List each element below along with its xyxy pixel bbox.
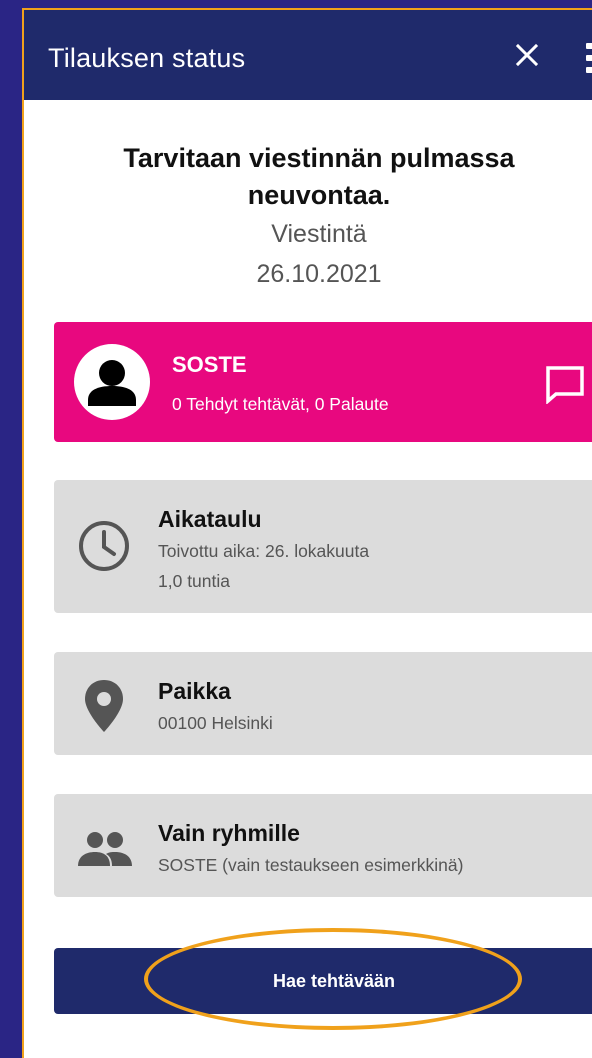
person-icon xyxy=(88,360,136,406)
organization-stats: 0 Tehdyt tehtävät, 0 Palaute xyxy=(172,394,389,414)
place-address: 00100 Helsinki xyxy=(158,713,273,733)
schedule-card: Aikataulu Toivottu aika: 26. lokakuuta 1… xyxy=(54,480,592,613)
people-icon xyxy=(78,832,132,866)
more-menu-button[interactable] xyxy=(586,43,592,73)
page-title: Tilauksen status xyxy=(48,43,246,73)
avatar xyxy=(74,344,150,420)
place-heading: Paikka xyxy=(158,678,231,704)
group-description: SOSTE (vain testaukseen esimerkkinä) xyxy=(158,855,464,875)
schedule-duration: 1,0 tuntia xyxy=(158,571,230,591)
close-button[interactable] xyxy=(512,40,542,70)
order-category: Viestintä xyxy=(271,220,367,248)
order-date: 26.10.2021 xyxy=(256,260,382,288)
location-pin-icon xyxy=(85,680,123,732)
place-card: Paikka 00100 Helsinki xyxy=(54,652,592,755)
close-icon xyxy=(515,43,539,67)
schedule-preferred-time: Toivottu aika: 26. lokakuuta xyxy=(158,541,370,561)
group-card: Vain ryhmille SOSTE (vain testaukseen es… xyxy=(54,794,592,897)
organization-card[interactable]: SOSTE 0 Tehdyt tehtävät, 0 Palaute xyxy=(54,322,592,442)
group-heading: Vain ryhmille xyxy=(158,820,300,846)
order-status-screen: Tilauksen status Tarvitaan viestinnän pu… xyxy=(22,8,592,1058)
clock-icon xyxy=(79,521,129,571)
message-icon xyxy=(546,366,584,405)
app-bar: Tilauksen status xyxy=(24,10,592,100)
organization-name: SOSTE xyxy=(172,352,247,377)
apply-button[interactable]: Hae tehtävään xyxy=(54,948,592,1014)
order-title: Tarvitaan viestinnän pulmassa neuvontaa. xyxy=(123,143,515,210)
more-vertical-icon xyxy=(586,43,592,49)
message-button[interactable] xyxy=(544,364,586,405)
schedule-heading: Aikataulu xyxy=(158,506,262,532)
